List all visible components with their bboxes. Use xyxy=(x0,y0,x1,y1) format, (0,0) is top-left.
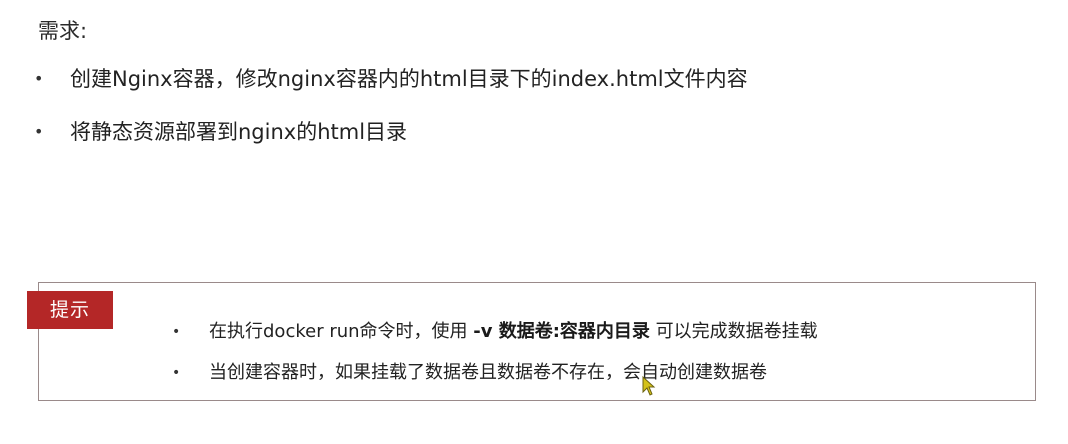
requirement-text: 创建Nginx容器，修改nginx容器内的html目录下的index.html文… xyxy=(70,67,748,91)
requirements-title: 需求: xyxy=(38,19,88,43)
bullet-icon: • xyxy=(34,69,44,88)
slide-canvas: 需求: • 创建Nginx容器，修改nginx容器内的html目录下的index… xyxy=(0,0,1068,444)
tip-text: 在执行docker run命令时，使用 -v 数据卷:容器内目录 可以完成数据卷… xyxy=(209,318,818,346)
tip-text-after: 可以完成数据卷挂载 xyxy=(649,321,818,342)
bullet-icon: • xyxy=(172,324,181,340)
bullet-icon: • xyxy=(172,365,181,381)
bullet-icon: • xyxy=(34,122,44,141)
tip-text-before: 当创建容器时，如果挂载了数据卷且数据卷不存在，会自动创建数据卷 xyxy=(209,362,767,383)
requirement-text: 将静态资源部署到nginx的html目录 xyxy=(70,120,408,144)
tip-text-before: 在执行docker run命令时，使用 xyxy=(209,321,474,342)
tip-text: 当创建容器时，如果挂载了数据卷且数据卷不存在，会自动创建数据卷 xyxy=(209,359,767,387)
mouse-pointer-icon xyxy=(642,376,656,396)
tip-label: 提示 xyxy=(27,291,113,329)
tip-emphasis: -v 数据卷:容器内目录 xyxy=(473,321,650,342)
